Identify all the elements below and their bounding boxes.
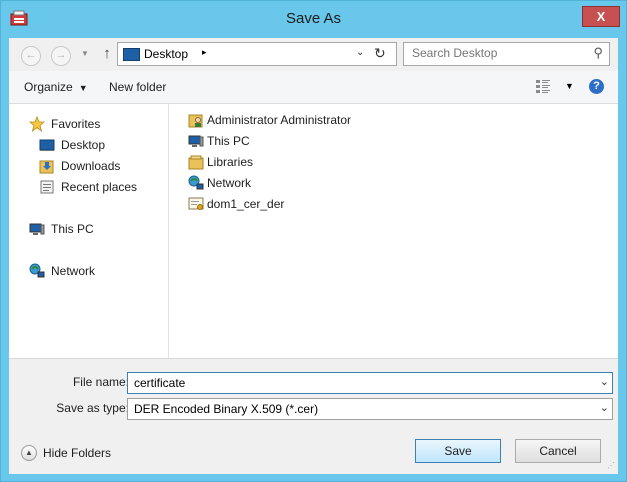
view-options-chevron-icon[interactable]: ▼ — [565, 81, 574, 91]
network-icon — [188, 175, 204, 191]
new-folder-button[interactable]: New folder — [109, 80, 166, 94]
sidebar-item-label: Network — [51, 264, 96, 278]
dialog-client-area: ← → ▼ ↑ Desktop ▸ ⌄ ↻ ⚲ Organize ▼ New fo… — [9, 38, 618, 474]
organize-label: Organize — [24, 80, 73, 94]
file-name-dropdown-icon[interactable]: ⌄ — [600, 375, 609, 388]
libraries-icon — [188, 154, 204, 170]
file-name: Administrator Administrator — [207, 113, 352, 127]
save-as-type-dropdown-icon[interactable]: ⌄ — [600, 401, 609, 414]
organize-menu-button[interactable]: Organize ▼ — [24, 80, 88, 94]
window-title: Save As — [285, 10, 342, 27]
sidebar-item-label: Desktop — [61, 138, 106, 152]
computer-icon — [188, 133, 204, 149]
file-name: This PC — [207, 134, 250, 148]
file-name-label: File name: — [72, 375, 129, 389]
save-as-dialog: Save As X ← → ▼ ↑ Desktop ▸ ⌄ ↻ ⚲ Organi… — [0, 0, 627, 482]
list-item[interactable]: dom1_cer_der — [188, 196, 284, 212]
title-bar[interactable]: Save As X — [1, 1, 626, 38]
search-icon[interactable]: ⚲ — [593, 45, 603, 61]
sidebar-item-label: Downloads — [61, 159, 121, 173]
address-dropdown-icon[interactable]: ⌄ — [356, 47, 364, 58]
sidebar-item-downloads[interactable]: Downloads — [39, 158, 120, 174]
search-input[interactable] — [412, 45, 582, 61]
address-bar[interactable]: Desktop ▸ ⌄ ↻ — [117, 42, 397, 66]
file-name-field[interactable]: ⌄ — [127, 372, 613, 394]
resize-grip-icon[interactable]: ⋰ — [607, 461, 615, 470]
downloads-icon — [39, 158, 55, 174]
favorites-group[interactable]: Favorites — [28, 115, 101, 133]
file-list: Administrator Administrator This PC Libr… — [169, 104, 618, 358]
certificate-file-icon — [188, 196, 204, 212]
breadcrumb-chevron-icon[interactable]: ▸ — [202, 47, 207, 58]
user-folder-icon — [188, 112, 204, 128]
desktop-icon — [123, 48, 140, 61]
chevron-up-icon: ▲ — [21, 445, 37, 461]
up-arrow-icon[interactable]: ↑ — [99, 45, 115, 63]
change-view-icon[interactable] — [536, 80, 550, 93]
hide-folders-button[interactable]: ▲ Hide Folders — [21, 445, 111, 461]
save-button[interactable]: Save — [415, 439, 501, 463]
sidebar-item-network[interactable]: Network — [29, 263, 95, 279]
command-toolbar: Organize ▼ New folder ▼ ? — [9, 71, 618, 104]
forward-arrow-icon[interactable]: → — [51, 46, 71, 66]
save-as-type-select[interactable]: DER Encoded Binary X.509 (*.cer) ⌄ — [127, 398, 613, 420]
navigation-pane: Favorites Desktop Downloads Recent place… — [9, 104, 169, 358]
star-icon — [28, 115, 46, 133]
organize-chevron-down-icon: ▼ — [78, 83, 88, 93]
save-as-type-label: Save as type: — [56, 401, 129, 415]
save-as-type-value: DER Encoded Binary X.509 (*.cer) — [134, 402, 319, 416]
search-box[interactable]: ⚲ — [403, 42, 610, 66]
desktop-icon — [39, 137, 55, 153]
navigation-bar: ← → ▼ ↑ Desktop ▸ ⌄ ↻ ⚲ — [9, 38, 618, 71]
recent-places-icon — [39, 179, 55, 195]
help-icon[interactable]: ? — [589, 79, 604, 94]
sidebar-item-recent-places[interactable]: Recent places — [39, 179, 137, 195]
sidebar-item-label: Recent places — [61, 180, 138, 194]
cancel-button[interactable]: Cancel — [515, 439, 601, 463]
sidebar-item-this-pc[interactable]: This PC — [29, 221, 94, 237]
hide-folders-label: Hide Folders — [43, 446, 112, 460]
list-item[interactable]: Administrator Administrator — [188, 112, 351, 128]
network-icon — [29, 263, 45, 279]
file-name: Network — [207, 176, 252, 190]
file-name-input[interactable] — [134, 375, 584, 391]
refresh-icon[interactable]: ↻ — [374, 45, 386, 62]
list-item[interactable]: Network — [188, 175, 251, 191]
sidebar-item-desktop[interactable]: Desktop — [39, 137, 105, 153]
list-item[interactable]: This PC — [188, 133, 250, 149]
computer-icon — [29, 221, 45, 237]
file-name: Libraries — [207, 155, 254, 169]
list-item[interactable]: Libraries — [188, 154, 253, 170]
file-name: dom1_cer_der — [207, 197, 285, 211]
back-arrow-icon[interactable]: ← — [21, 46, 41, 66]
recent-locations-chevron-icon[interactable]: ▼ — [81, 49, 89, 58]
address-location[interactable]: Desktop — [144, 47, 188, 61]
close-button[interactable]: X — [582, 6, 620, 27]
favorites-label: Favorites — [51, 117, 101, 131]
sidebar-item-label: This PC — [51, 222, 94, 236]
